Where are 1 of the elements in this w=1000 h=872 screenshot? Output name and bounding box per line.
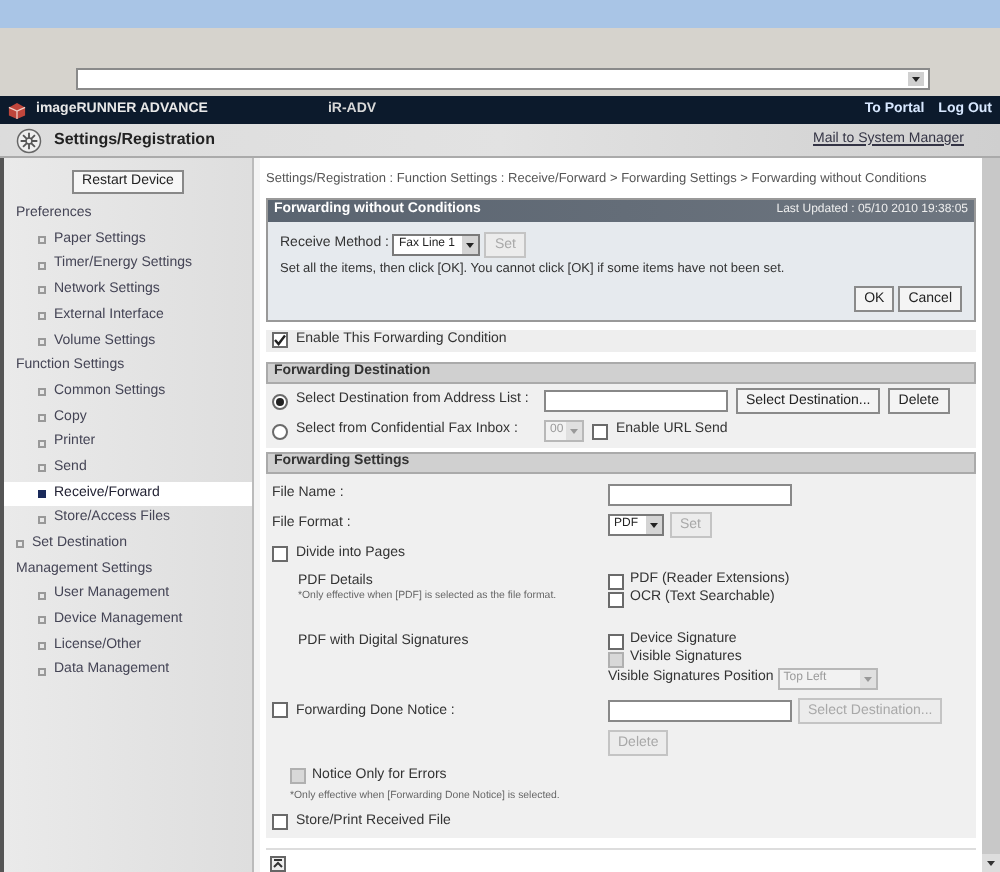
page-title: Settings/Registration: [54, 128, 215, 152]
